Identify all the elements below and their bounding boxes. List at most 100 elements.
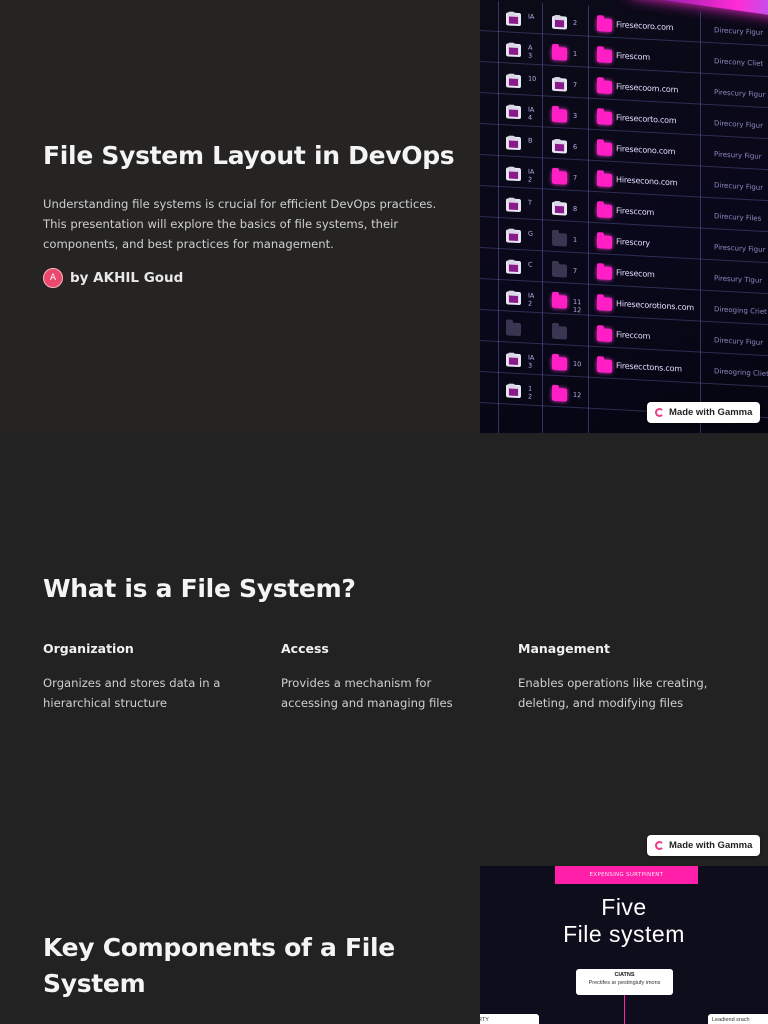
- folder-icon: [552, 263, 567, 278]
- domain-label: Firesecorto.com: [616, 113, 677, 126]
- folder-icon: [552, 232, 567, 247]
- directory-label: Direcury Figur: [714, 181, 764, 192]
- folder-icon: [506, 43, 521, 58]
- grid-column-line: [700, 11, 701, 433]
- column-management: Management Enables operations like creat…: [518, 641, 728, 713]
- row-code: IA: [528, 12, 535, 21]
- folder-icon: [597, 80, 612, 94]
- folder-icon: [597, 359, 612, 373]
- row-number: 7: [573, 173, 578, 183]
- folder-icon: [552, 15, 567, 30]
- row-code: B: [528, 136, 533, 145]
- domain-label: Firesecctons.com: [616, 361, 682, 374]
- diagram-banner: EXPENSING SURTPINENT: [555, 866, 698, 884]
- row-code: IA 2: [528, 291, 535, 308]
- folder-icon: [552, 387, 567, 402]
- folder-icon: [597, 18, 612, 32]
- directory-label: Direoging Criet: [714, 305, 767, 317]
- folder-icon: [597, 142, 612, 156]
- author-byline: A by AKHIL Goud: [43, 268, 183, 288]
- folder-icon: [552, 46, 567, 61]
- folder-icon: [506, 322, 521, 337]
- grid-column-line: [542, 3, 543, 433]
- row-number: 2: [573, 18, 578, 28]
- domain-label: Fireccom: [616, 330, 651, 341]
- row-code: G: [528, 229, 534, 238]
- column-text: Provides a mechanism for accessing and m…: [281, 676, 453, 710]
- folder-icon: [552, 294, 567, 309]
- directory-label: Direogring Cliet: [714, 367, 768, 379]
- folder-icon: [506, 136, 521, 151]
- grid-column-line: [588, 5, 589, 433]
- row-number: 8: [573, 204, 578, 214]
- author-avatar: A: [43, 268, 63, 288]
- folder-icon: [597, 173, 612, 187]
- row-number: 7: [573, 80, 578, 90]
- directory-label: Piresury Figur: [714, 150, 762, 161]
- directory-label: Direcory Figur: [714, 119, 763, 130]
- badge-label: Made with Gamma: [669, 840, 753, 851]
- directory-label: Piresury Tigur: [714, 274, 763, 285]
- folder-icon: [597, 328, 612, 342]
- row-code: C: [528, 260, 533, 269]
- folder-icon: [552, 356, 567, 371]
- slide-key-components: Key Components of a File System EXPENSIN…: [0, 866, 768, 1024]
- folder-icon: [552, 170, 567, 185]
- domain-label: Firesecoom.com: [616, 82, 679, 95]
- file-grid-illustration: IA 2 Firesecoro.com Direcury Figur A 3 1 Fires…: [480, 0, 768, 433]
- row-number: 1: [573, 49, 578, 59]
- folder-icon: [506, 353, 521, 368]
- diagram-connector: [624, 995, 625, 1024]
- row-code: A 3: [528, 43, 533, 60]
- made-with-gamma-badge[interactable]: Made with Gamma: [647, 835, 761, 856]
- column-organization: Organization Organizes and stores data i…: [43, 641, 253, 713]
- folder-icon: [597, 204, 612, 218]
- domain-label: Hiresecorotions.com: [616, 299, 694, 313]
- row-number: 12: [573, 390, 582, 400]
- domain-label: Firesccom: [616, 206, 655, 218]
- directory-label: Pirescury Figur: [714, 243, 766, 254]
- folder-icon: [597, 49, 612, 63]
- row-code: IA 4: [528, 105, 535, 122]
- folder-icon: [506, 291, 521, 306]
- column-text: Organizes and stores data in a hierarchi…: [43, 676, 221, 710]
- folder-icon: [506, 260, 521, 275]
- folder-icon: [506, 384, 521, 399]
- slide-2-title: What is a File System?: [43, 574, 356, 603]
- row-code: IA 2: [528, 167, 535, 184]
- row-code: T: [528, 198, 532, 207]
- column-heading: Organization: [43, 641, 134, 656]
- column-heading: Access: [281, 641, 329, 656]
- folder-icon: [552, 325, 567, 340]
- folder-icon: [506, 167, 521, 182]
- badge-label: Made with Gamma: [669, 407, 753, 418]
- folder-icon: [506, 229, 521, 244]
- diagram-right-card: Leadiend srach: [708, 1014, 768, 1024]
- folder-icon: [506, 198, 521, 213]
- author-name: by AKHIL Goud: [70, 270, 184, 286]
- row-number: 10: [573, 359, 582, 369]
- domain-label: Firesecoro.com: [616, 20, 674, 33]
- folder-icon: [597, 266, 612, 280]
- domain-label: Hiresecono.com: [616, 175, 678, 188]
- slide-title: File System Layout in DevOps Understandi…: [0, 0, 768, 433]
- diagram-heading-line-1: Five: [601, 894, 647, 920]
- column-text: Enables operations like creating, deleti…: [518, 676, 708, 710]
- row-number: 6: [573, 142, 578, 152]
- five-file-system-illustration: EXPENSING SURTPINENT Five File system CI…: [480, 866, 768, 1024]
- file-grid: IA 2 Firesecoro.com Direcury Figur A 3 1 Fires…: [480, 0, 768, 433]
- folder-icon: [597, 297, 612, 311]
- card-text: Prectifes ar pestingiufy imons: [588, 980, 661, 986]
- folder-icon: [506, 105, 521, 120]
- column-access: Access Provides a mechanism for accessin…: [281, 641, 491, 713]
- folder-icon: [597, 111, 612, 125]
- folder-icon: [552, 77, 567, 92]
- card-title: CIATNS: [614, 972, 635, 978]
- folder-icon: [506, 12, 521, 27]
- made-with-gamma-badge[interactable]: Made with Gamma: [647, 402, 761, 423]
- directory-label: Direcury Files: [714, 212, 762, 223]
- directory-label: Direcury Figur: [714, 336, 764, 347]
- folder-icon: [552, 201, 567, 216]
- folder-icon: [597, 235, 612, 249]
- slide-1-description: Understanding file systems is crucial fo…: [43, 197, 437, 251]
